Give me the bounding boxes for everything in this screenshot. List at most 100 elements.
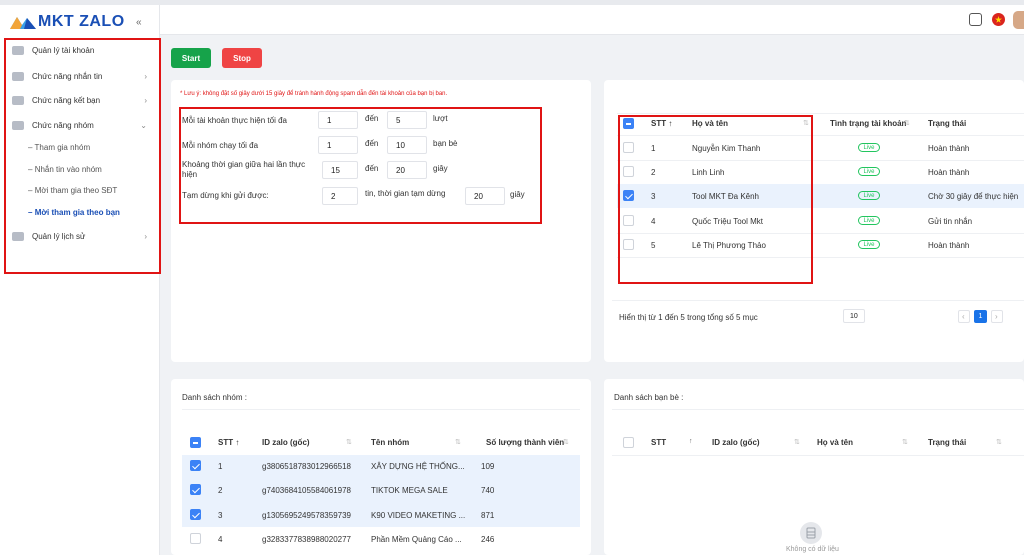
max-turns-from-input[interactable]: 1 xyxy=(318,111,358,129)
sidebar-item-account[interactable]: Quản lý tài khoản xyxy=(12,43,147,57)
pause-duration-input[interactable]: 20 xyxy=(465,187,505,205)
sort-icon[interactable]: ⇅ xyxy=(794,438,800,446)
row-id: g3283377838988020277 xyxy=(262,535,351,544)
accounts-col-status[interactable]: Tình trạng tài khoản xyxy=(830,119,906,128)
chevron-right-icon: › xyxy=(144,231,147,241)
max-friends-from-input[interactable]: 1 xyxy=(318,136,358,154)
stop-button[interactable]: Stop xyxy=(222,48,262,68)
chevron-down-icon: ⌄ xyxy=(140,120,147,130)
accounts-footer-divider xyxy=(612,300,1024,301)
accounts-table-highlight xyxy=(618,115,813,284)
app-logo-text: MKT ZALO xyxy=(38,13,125,30)
max-turns-to-input[interactable]: 5 xyxy=(387,111,427,129)
groups-col-name[interactable]: Tên nhóm xyxy=(371,438,409,447)
unit-label: lượt xyxy=(433,114,448,123)
sort-icon[interactable]: ⇅ xyxy=(902,438,908,446)
groups-select-all-checkbox[interactable] xyxy=(190,437,201,448)
range-label: đến xyxy=(365,139,379,148)
unit-label: bạn bè xyxy=(433,139,458,148)
interval-label: Khoảng thời gian giữa hai lần thực hiện xyxy=(182,160,306,179)
friends-col-state[interactable]: Trạng thái xyxy=(928,438,966,447)
chat-icon[interactable] xyxy=(969,13,982,26)
chevron-right-icon: › xyxy=(144,71,147,81)
sidebar-item-history[interactable]: Quản lý lịch sử › xyxy=(12,229,147,243)
sort-asc-icon[interactable]: ↑ xyxy=(689,438,693,445)
row-checkbox[interactable] xyxy=(190,533,201,544)
row-checkbox[interactable] xyxy=(190,509,201,520)
sort-icon[interactable]: ⇅ xyxy=(455,438,461,446)
page-1-button[interactable]: 1 xyxy=(974,310,987,323)
sidebar-item-label: Quản lý lịch sử xyxy=(32,231,86,241)
sub-prefix: – xyxy=(28,208,33,217)
friends-col-stt[interactable]: STT xyxy=(651,438,666,447)
collapse-sidebar-icon[interactable]: « xyxy=(136,17,142,28)
groups-col-id[interactable]: ID zalo (gốc) xyxy=(262,438,310,447)
next-page-button[interactable]: › xyxy=(991,310,1003,323)
row-members: 871 xyxy=(481,511,495,520)
sidebar-item-messaging[interactable]: Chức năng nhắn tin › xyxy=(12,69,147,83)
row-stt: 3 xyxy=(218,511,223,520)
sub-prefix: – xyxy=(28,143,33,152)
friends-col-name[interactable]: Họ và tên xyxy=(817,438,853,447)
app-logo[interactable]: MKT ZALO xyxy=(10,11,125,33)
sort-icon[interactable]: ⇅ xyxy=(996,438,1002,446)
live-badge: Live xyxy=(858,143,880,152)
sort-icon[interactable]: ⇅ xyxy=(346,438,352,446)
col-label: STT xyxy=(218,438,234,447)
range-label: đến xyxy=(365,164,379,173)
pause-mid-label: tin, thời gian tạm dừng xyxy=(365,189,446,198)
start-button[interactable]: Start xyxy=(171,48,211,68)
row-state: Hoàn thành xyxy=(928,241,970,250)
sidebar-subitem-invite-phone[interactable]: – Mời tham gia theo SĐT xyxy=(28,186,117,195)
unit-label: giây xyxy=(433,164,448,173)
sidebar-subitem-join-group[interactable]: – Tham gia nhóm xyxy=(28,143,90,152)
sidebar-subitem-invite-friend[interactable]: – Mời tham gia theo bạn xyxy=(28,208,120,217)
row-members: 740 xyxy=(481,486,495,495)
live-badge: Live xyxy=(858,240,880,249)
avatar[interactable] xyxy=(1013,11,1024,29)
interval-from-input[interactable]: 15 xyxy=(322,161,358,179)
sidebar-item-group[interactable]: Chức năng nhóm ⌄ xyxy=(12,118,147,132)
sidebar-item-add-friend[interactable]: Chức năng kết bạn › xyxy=(12,93,147,107)
row-state: Hoàn thành xyxy=(928,144,970,153)
page-size-select[interactable]: 10 xyxy=(843,309,865,323)
row-id: g7403684105584061978 xyxy=(262,486,351,495)
sidebar-subitem-message-group[interactable]: – Nhắn tin vào nhóm xyxy=(28,165,102,174)
interval-to-input[interactable]: 20 xyxy=(387,161,427,179)
accounts-pagination-summary: Hiển thị từ 1 đến 5 trong tổng số 5 mục xyxy=(619,313,758,322)
sort-icon[interactable]: ⇅ xyxy=(904,119,910,127)
pause-count-input[interactable]: 2 xyxy=(322,187,358,205)
sort-icon[interactable]: ⇅ xyxy=(563,438,569,446)
group-icon xyxy=(12,120,24,130)
live-badge: Live xyxy=(858,167,880,176)
vietnam-flag-icon[interactable] xyxy=(992,13,1005,26)
row-members: 246 xyxy=(481,535,495,544)
groups-col-members[interactable]: Số lượng thành viên xyxy=(486,438,564,447)
row-checkbox[interactable] xyxy=(190,484,201,495)
row-state: Chờ 30 giây để thực hiện xyxy=(928,192,1019,201)
row-stt: 4 xyxy=(218,535,223,544)
row-state: Gửi tin nhắn xyxy=(928,217,973,226)
accounts-col-state[interactable]: Trạng thái xyxy=(928,119,966,128)
sidebar-item-label: Chức năng nhắn tin xyxy=(32,71,103,81)
max-friends-to-input[interactable]: 10 xyxy=(387,136,427,154)
max-friends-label: Mỗi nhóm chạy tối đa xyxy=(182,141,259,150)
friends-col-id[interactable]: ID zalo (gốc) xyxy=(712,438,760,447)
row-group-name: XÂY DỰNG HỆ THỐNG... xyxy=(371,462,465,471)
friends-select-all-checkbox[interactable] xyxy=(623,437,634,448)
history-icon xyxy=(12,231,24,241)
row-id: g3806518783012966518 xyxy=(262,462,351,471)
prev-page-button[interactable]: ‹ xyxy=(958,310,970,323)
row-state: Hoàn thành xyxy=(928,168,970,177)
range-label: đến xyxy=(365,114,379,123)
empty-data-icon xyxy=(800,522,822,544)
pause-label: Tạm dừng khi gửi được: xyxy=(182,191,269,200)
friends-top-border xyxy=(612,409,1024,410)
unit-label: giây xyxy=(510,190,525,199)
row-checkbox[interactable] xyxy=(190,460,201,471)
row-stt: 2 xyxy=(218,486,223,495)
groups-col-stt[interactable]: STT ↑ xyxy=(218,438,239,447)
chevron-right-icon: › xyxy=(144,95,147,105)
add-friend-icon xyxy=(12,95,24,105)
subitem-label: Mời tham gia theo bạn xyxy=(34,208,120,217)
